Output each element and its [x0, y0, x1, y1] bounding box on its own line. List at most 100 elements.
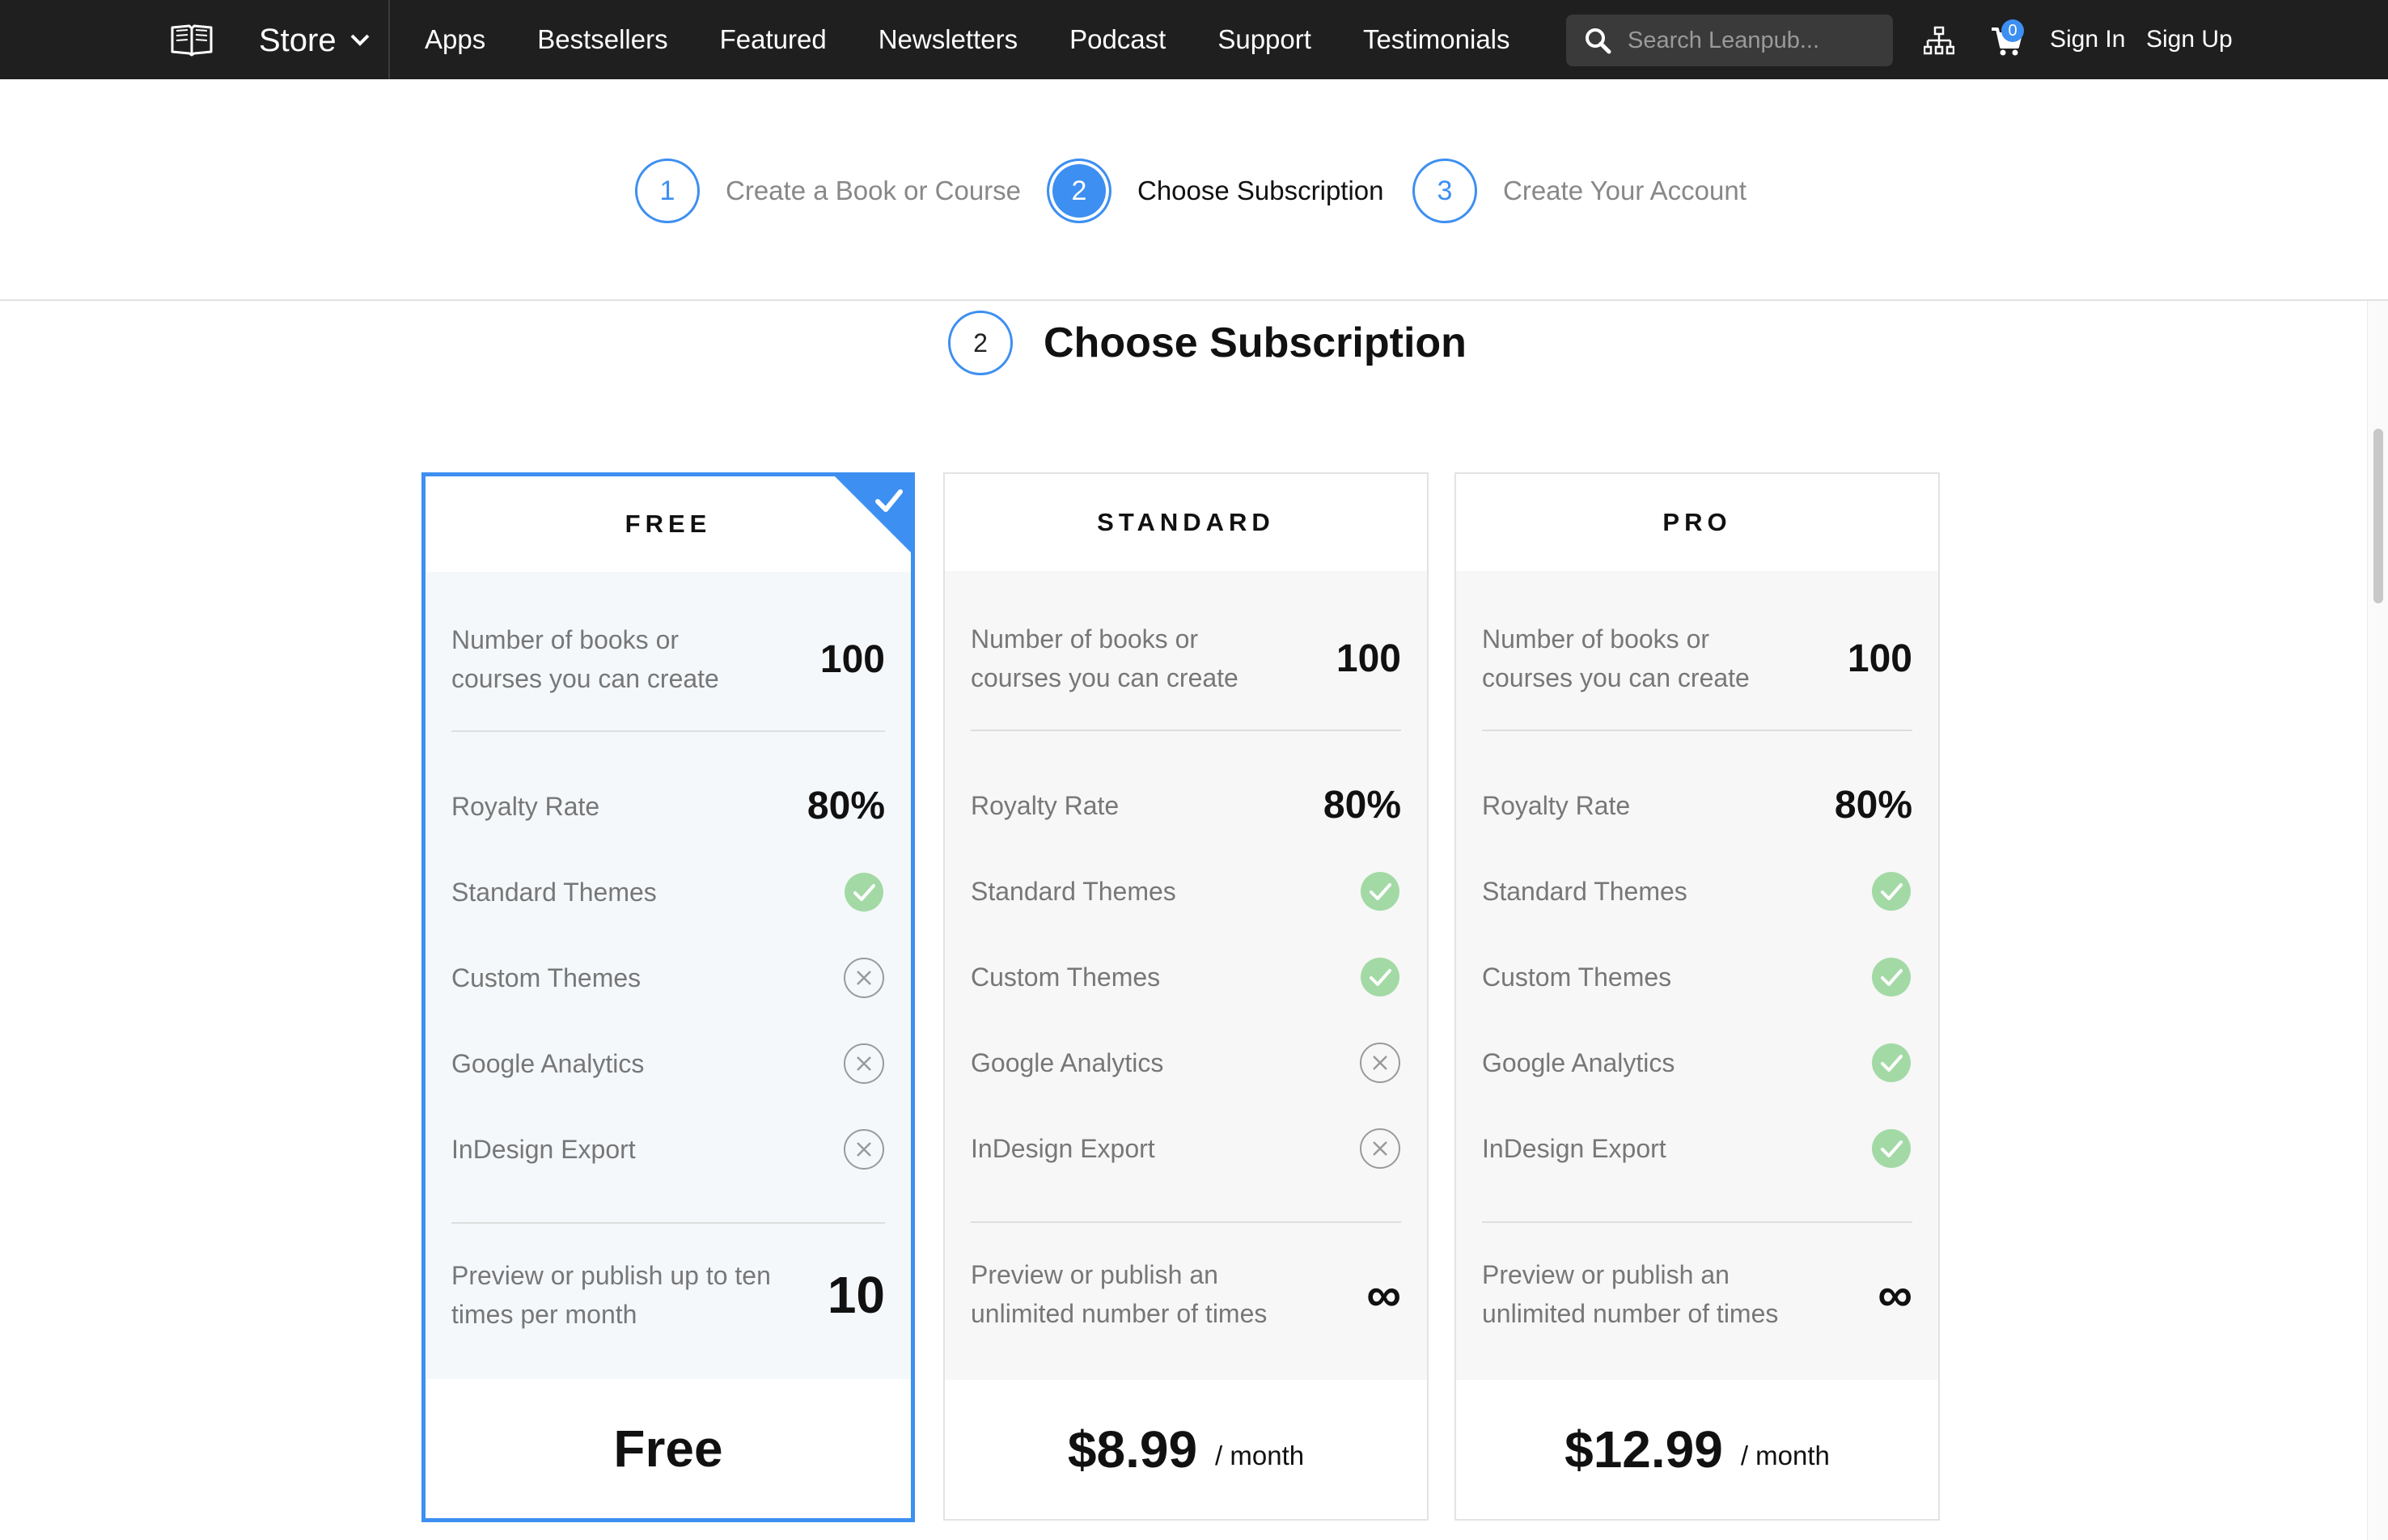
royalty-value: 80%: [807, 785, 885, 827]
store-label[interactable]: Store: [259, 23, 337, 59]
feature-label: Standard Themes: [451, 878, 657, 907]
feature-row: Custom Themes: [451, 957, 885, 999]
x-circle-icon: [844, 958, 884, 998]
publish-label: Preview or publish up to ten times per m…: [451, 1261, 771, 1329]
plan-card-free[interactable]: FREE Number of books or courses you can …: [421, 472, 915, 1522]
top-navigation: Store Apps Bestsellers Featured Newslett…: [0, 0, 2388, 79]
feature-label: Standard Themes: [1482, 877, 1687, 906]
feature-row: InDesign Export: [1482, 1128, 1912, 1170]
open-book-icon[interactable]: [170, 23, 214, 57]
books-row: Number of books or courses you can creat…: [1482, 620, 1912, 697]
check-circle-icon: [1361, 958, 1399, 996]
check-circle-icon: [1872, 958, 1911, 996]
feature-row: InDesign Export: [451, 1128, 885, 1170]
books-label: Number of books or courses you can creat…: [451, 625, 719, 693]
plan-features: Number of books or courses you can creat…: [945, 571, 1427, 1380]
divider: [451, 1222, 885, 1224]
x-circle-icon: [844, 1043, 884, 1084]
nav-link-testimonials[interactable]: Testimonials: [1363, 24, 1510, 55]
step-create-book[interactable]: 1 Create a Book or Course: [635, 159, 1021, 223]
publish-value: ∞: [1366, 1267, 1401, 1322]
feature-row: Standard Themes: [451, 871, 885, 913]
divider: [1482, 730, 1912, 731]
books-label: Number of books or courses you can creat…: [1482, 624, 1750, 692]
feature-label: Custom Themes: [1482, 962, 1672, 992]
step-create-account[interactable]: 3 Create Your Account: [1412, 159, 1747, 223]
check-circle-icon: [1872, 872, 1911, 911]
nav-link-bestsellers[interactable]: Bestsellers: [537, 24, 667, 55]
publish-label: Preview or publish an unlimited number o…: [971, 1260, 1268, 1328]
feature-label: Standard Themes: [971, 877, 1176, 906]
feature-label: Google Analytics: [971, 1048, 1164, 1077]
feature-label: InDesign Export: [451, 1135, 636, 1164]
check-circle-icon: [845, 873, 883, 912]
step-number: 3: [1412, 159, 1477, 223]
plan-features: Number of books or courses you can creat…: [426, 572, 911, 1381]
step-number: 2: [1047, 159, 1111, 223]
feature-label: InDesign Export: [971, 1134, 1155, 1163]
feature-row: Standard Themes: [971, 870, 1401, 912]
plan-price: Free: [426, 1379, 911, 1518]
publish-value: 10: [827, 1266, 885, 1324]
checkmark-ribbon-icon: [832, 474, 913, 555]
feature-row: Google Analytics: [971, 1042, 1401, 1084]
sitemap-icon[interactable]: [1924, 26, 1954, 57]
feature-row: Custom Themes: [971, 956, 1401, 998]
price-period: / month: [1215, 1441, 1305, 1470]
x-circle-icon: [844, 1129, 884, 1170]
feature-row: Standard Themes: [1482, 870, 1912, 912]
books-value: 100: [1336, 637, 1401, 680]
plan-price: $12.99 / month: [1456, 1380, 1938, 1519]
plan-features: Number of books or courses you can creat…: [1456, 571, 1938, 1380]
publish-label: Preview or publish an unlimited number o…: [1482, 1260, 1779, 1328]
royalty-label: Royalty Rate: [971, 790, 1120, 820]
section-number: 2: [948, 311, 1013, 375]
nav-link-apps[interactable]: Apps: [425, 24, 485, 55]
search-box[interactable]: [1566, 15, 1893, 66]
price-value: Free: [613, 1419, 723, 1478]
feature-row: InDesign Export: [971, 1128, 1401, 1170]
store-menu[interactable]: Store: [259, 18, 370, 63]
nav-link-podcast[interactable]: Podcast: [1069, 24, 1166, 55]
search-icon[interactable]: [1584, 27, 1611, 54]
step-label: Choose Subscription: [1137, 176, 1384, 205]
books-row: Number of books or courses you can creat…: [971, 620, 1401, 697]
books-value: 100: [819, 637, 885, 681]
step-label: Create Your Account: [1503, 176, 1747, 205]
sign-up-link[interactable]: Sign Up: [2146, 0, 2233, 79]
royalty-value: 80%: [1834, 784, 1912, 827]
search-input[interactable]: [1628, 27, 1886, 54]
divider: [971, 1221, 1401, 1223]
divider: [1482, 1221, 1912, 1223]
feature-label: Custom Themes: [451, 963, 641, 992]
feature-label: Google Analytics: [451, 1049, 645, 1078]
divider: [451, 730, 885, 732]
nav-link-featured[interactable]: Featured: [720, 24, 827, 55]
check-circle-icon: [1872, 1129, 1911, 1168]
publish-row: Preview or publish an unlimited number o…: [971, 1255, 1401, 1333]
price-value: $8.99: [1067, 1420, 1198, 1479]
nav-divider: [388, 0, 390, 79]
price-period: / month: [1740, 1441, 1830, 1470]
step-choose-subscription[interactable]: 2 Choose Subscription: [1047, 159, 1384, 223]
feature-row: Google Analytics: [1482, 1042, 1912, 1084]
plan-price: $8.99 / month: [945, 1380, 1427, 1519]
plan-card-standard[interactable]: STANDARD Number of books or courses you …: [943, 472, 1429, 1521]
nav-links: Apps Bestsellers Featured Newsletters Po…: [425, 0, 1510, 79]
feature-label: Google Analytics: [1482, 1048, 1675, 1077]
publish-row: Preview or publish up to ten times per m…: [451, 1256, 885, 1334]
sign-in-link[interactable]: Sign In: [2050, 0, 2125, 79]
publish-value: ∞: [1878, 1267, 1912, 1322]
plan-card-pro[interactable]: PRO Number of books or courses you can c…: [1454, 472, 1940, 1521]
chevron-down-icon: [350, 34, 370, 46]
signup-stepper: 1 Create a Book or Course 2 Choose Subsc…: [0, 79, 2388, 301]
nav-link-support[interactable]: Support: [1217, 24, 1311, 55]
section-title: Choose Subscription: [1044, 319, 1467, 366]
scrollbar-thumb[interactable]: [2373, 429, 2383, 603]
royalty-value: 80%: [1323, 784, 1401, 827]
nav-link-newsletters[interactable]: Newsletters: [879, 24, 1018, 55]
royalty-label: Royalty Rate: [451, 791, 600, 821]
feature-label: InDesign Export: [1482, 1134, 1666, 1163]
plan-name: PRO: [1662, 508, 1732, 536]
feature-row: Google Analytics: [451, 1043, 885, 1085]
